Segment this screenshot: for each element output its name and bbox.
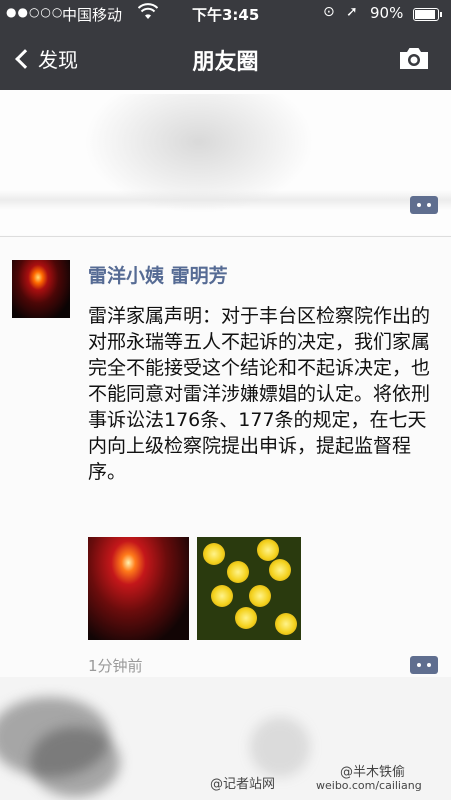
page-title: 朋友圈 <box>192 50 259 75</box>
signal-strength-icon: ●●○○○ <box>6 5 64 19</box>
wifi-icon <box>137 3 159 25</box>
watermark-left: @记者站网 <box>210 777 276 792</box>
clock: 下午3:45 <box>192 6 260 24</box>
author-name[interactable]: 雷洋小姨 雷明芳 <box>88 261 228 288</box>
post-photo-candle[interactable] <box>88 537 189 640</box>
camera-icon <box>400 48 428 69</box>
post-timestamp: 1分钟前 <box>88 657 143 675</box>
watermark-right-bottom: weibo.com/cailiang <box>316 779 422 792</box>
bottom-blurred-area: @记者站网 @半木铁偷 weibo.com/cailiang <box>0 677 451 800</box>
comment-button-icon[interactable] <box>410 656 438 674</box>
avatar[interactable] <box>12 260 70 318</box>
camera-button[interactable] <box>398 46 430 70</box>
status-bar: ●●○○○ 中国移动 下午3:45 ⊙ ➚ 90% <box>0 0 451 28</box>
battery-percent: 90% <box>370 4 404 22</box>
rotation-lock-icon: ⊙ <box>323 4 335 20</box>
post-photo-chrysanthemums[interactable] <box>197 537 301 640</box>
moments-post: 雷洋小姨 雷明芳 雷洋家属声明：对于丰台区检察院作出的对邢永瑞等五人不起诉的决定… <box>0 237 451 677</box>
carrier-name: 中国移动 <box>62 6 123 24</box>
post-text: 雷洋家属声明：对于丰台区检察院作出的对邢永瑞等五人不起诉的决定，我们家属完全不能… <box>88 305 431 483</box>
battery-icon <box>413 8 442 21</box>
location-arrow-icon: ➚ <box>346 4 358 20</box>
comment-button-icon[interactable] <box>410 196 438 214</box>
nav-bar: 发现 朋友圈 <box>0 28 451 90</box>
watermark-right-top: @半木铁偷 <box>340 765 406 780</box>
previous-post-blurred <box>0 90 451 235</box>
